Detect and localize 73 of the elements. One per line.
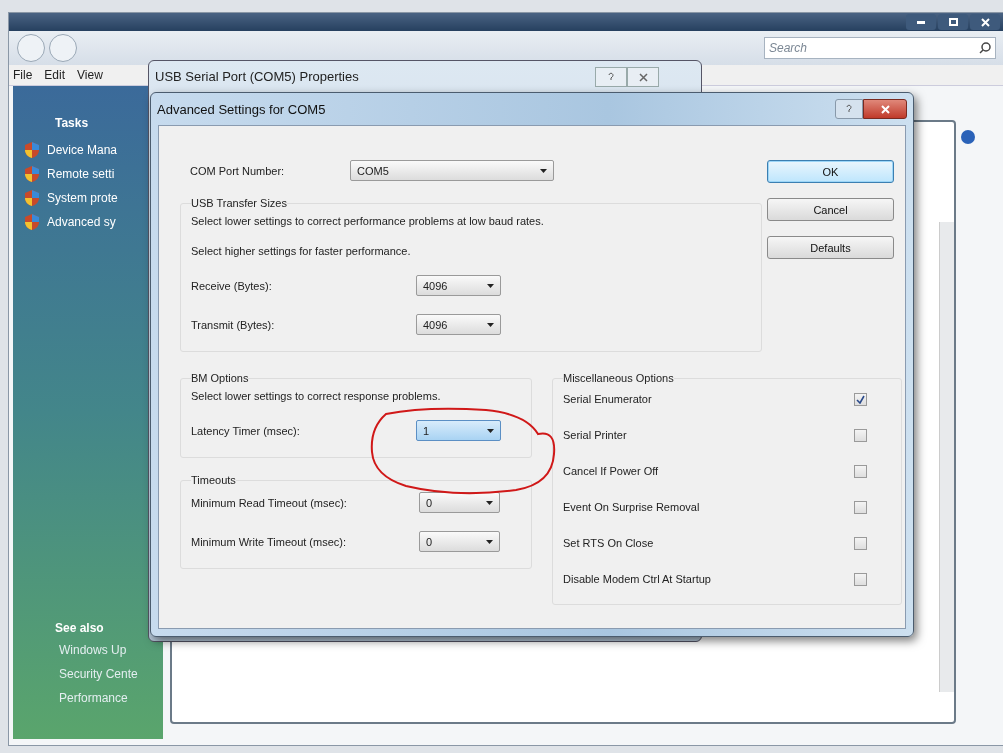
group-title: USB Transfer Sizes	[191, 197, 287, 209]
value-dropdown[interactable]: 4096	[416, 275, 501, 296]
task-link[interactable]: Advanced sy	[47, 215, 116, 229]
value-dropdown[interactable]: 0	[419, 492, 500, 513]
option-label: Set RTS On Close	[563, 537, 654, 549]
hint-text: Select higher settings for faster performance.	[191, 245, 412, 257]
checkbox[interactable]	[854, 428, 867, 442]
checkbox[interactable]	[854, 500, 867, 514]
menu-item[interactable]: Edit	[44, 68, 66, 82]
dialog-title: Advanced Settings for COM5	[157, 101, 326, 117]
task-link[interactable]: Device Mana	[47, 143, 118, 157]
option-label: Serial Enumerator	[563, 393, 652, 405]
value-dropdown[interactable]: 4096	[416, 314, 501, 335]
close-button[interactable]	[627, 67, 659, 87]
search-icon	[979, 42, 991, 54]
help-button[interactable]	[595, 67, 627, 87]
group-title: BM Options	[191, 372, 249, 384]
menu-item[interactable]: File	[13, 68, 33, 82]
help-button[interactable]	[835, 99, 863, 119]
field-label: Receive (Bytes):	[191, 279, 273, 292]
caret-icon	[540, 168, 547, 173]
dialog-button[interactable]: Defaults	[767, 236, 894, 259]
shield-icon	[25, 142, 39, 158]
back-button[interactable]	[17, 34, 45, 62]
close-icon	[880, 104, 890, 114]
sidebar-heading: Tasks	[55, 116, 90, 130]
group-title: Timeouts	[191, 474, 236, 486]
field-label: Transmit (Bytes):	[191, 318, 276, 331]
option-label: Cancel If Power Off	[563, 465, 659, 477]
shield-icon	[25, 166, 39, 182]
close-icon	[980, 17, 990, 27]
close-button[interactable]	[863, 99, 907, 119]
maximize-icon	[948, 18, 958, 26]
close-button[interactable]	[970, 14, 1000, 30]
caret-icon	[487, 283, 494, 288]
forward-button[interactable]	[49, 34, 77, 62]
search-field[interactable]: Search	[764, 37, 996, 59]
field-label: Minimum Write Timeout (msec):	[191, 535, 348, 548]
dialog-button[interactable]: OK	[767, 160, 894, 183]
option-label: Event On Surprise Removal	[563, 501, 700, 513]
caret-icon	[487, 428, 494, 433]
task-link[interactable]: Remote setti	[47, 167, 115, 181]
caret-icon	[486, 500, 493, 505]
field-label: Minimum Read Timeout (msec):	[191, 496, 348, 509]
dialog-button[interactable]: Cancel	[767, 198, 894, 221]
com-port-dropdown[interactable]: COM5	[350, 160, 554, 181]
menu-item[interactable]: View	[77, 68, 103, 82]
value-dropdown[interactable]: 1	[416, 420, 501, 441]
option-label: Disable Modem Ctrl At Startup	[563, 573, 711, 585]
task-link[interactable]: System prote	[47, 191, 118, 205]
minimize-button[interactable]	[906, 14, 936, 30]
maximize-button[interactable]	[938, 14, 968, 30]
caret-icon	[486, 539, 493, 544]
value-dropdown[interactable]: 0	[419, 531, 500, 552]
check-icon	[856, 394, 865, 404]
checkbox[interactable]	[854, 536, 867, 550]
caret-icon	[487, 322, 494, 327]
close-icon	[638, 72, 648, 82]
field-label: COM Port Number:	[189, 164, 286, 177]
scrollbar[interactable]	[939, 222, 954, 692]
minimize-icon	[917, 20, 925, 24]
sidebar-heading: See also	[55, 621, 105, 635]
hint-text: Select lower settings to correct performance problems at low baud rates.	[191, 215, 545, 227]
checkbox[interactable]	[854, 392, 867, 406]
option-label: Serial Printer	[563, 429, 627, 441]
dialog-title: USB Serial Port (COM5) Properties	[155, 69, 359, 84]
hint-text: Select lower settings to correct response problems.	[191, 390, 442, 402]
group-title: Miscellaneous Options	[563, 372, 674, 384]
checkbox[interactable]	[854, 464, 867, 478]
checkbox[interactable]	[854, 572, 867, 586]
shield-icon	[25, 214, 39, 230]
field-label: Latency Timer (msec):	[191, 424, 301, 437]
shield-icon	[25, 190, 39, 206]
